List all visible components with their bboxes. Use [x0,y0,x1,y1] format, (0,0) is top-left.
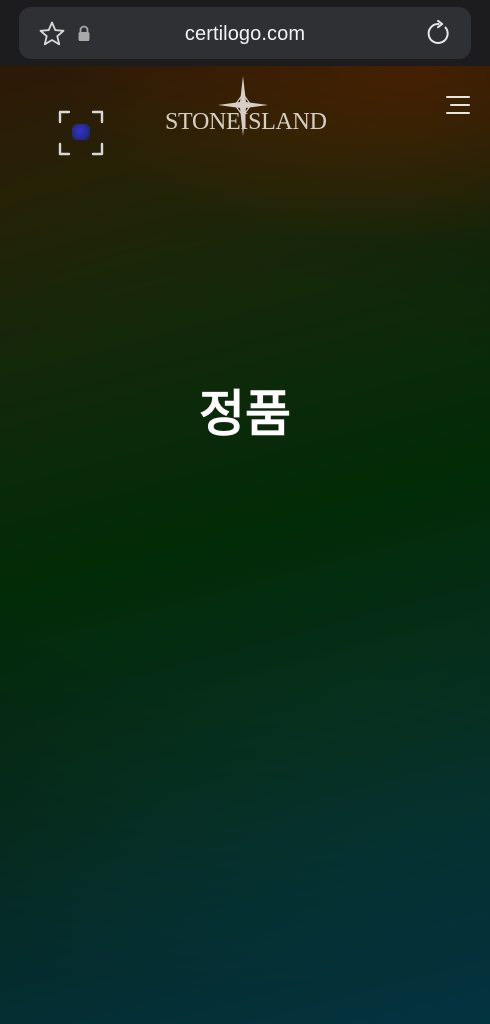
menu-button[interactable] [440,94,470,116]
lock-icon [78,25,90,41]
browser-toolbar: certilogo.com [0,0,490,67]
scan-target-dot [72,124,90,140]
menu-line-middle [450,104,470,106]
menu-line-top [446,96,470,98]
url-text[interactable]: certilogo.com [110,21,380,47]
brand-word-island: ISLAND [240,109,327,135]
brand-wordmark: STONE ISLAND [160,109,330,135]
brand-logo[interactable]: STONE ISLAND [160,76,330,138]
authenticity-result-heading: 정품 [199,385,291,443]
reload-icon[interactable] [425,20,452,47]
menu-line-bottom [446,112,470,114]
scan-button[interactable] [58,110,104,156]
background-shade [0,66,490,1024]
screen: certilogo.com STONE ISLAND 정품 [0,0,490,1024]
brand-word-stone: STONE [165,109,241,135]
verification-page: STONE ISLAND 정품 [0,66,490,1024]
star-icon[interactable] [38,20,66,48]
